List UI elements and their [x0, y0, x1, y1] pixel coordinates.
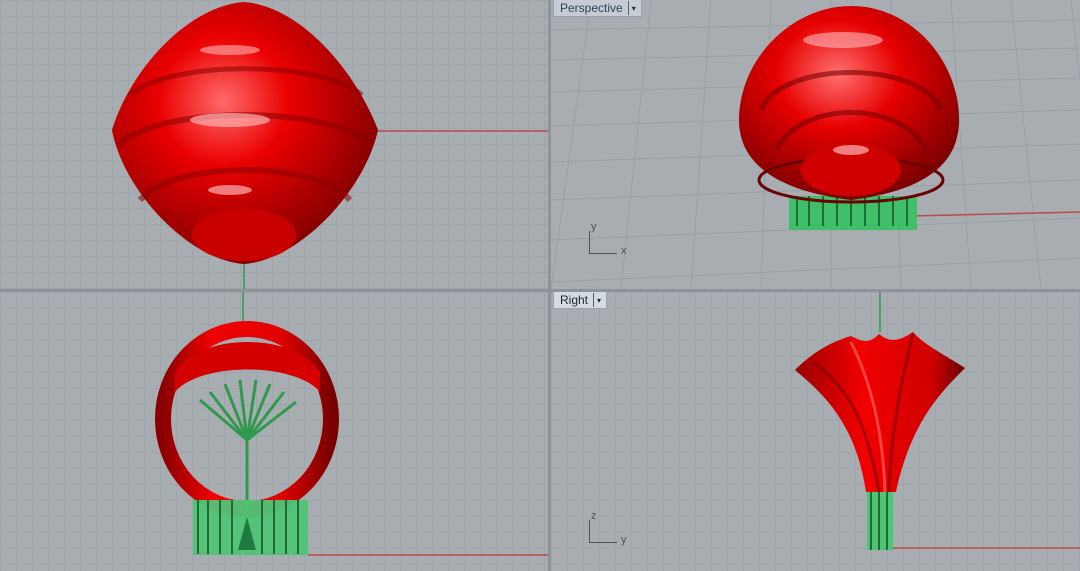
viewport-menu-chevron-icon[interactable]: ▾ — [593, 293, 604, 307]
viewport-front[interactable] — [0, 292, 548, 571]
viewport-label-perspective[interactable]: Perspective ▾ — [553, 0, 642, 17]
construction-grid — [0, 292, 548, 571]
axis-y-label: y — [591, 221, 597, 233]
viewport-title: Right — [560, 293, 589, 307]
axis-z-label: z — [591, 510, 597, 522]
axis-y-label: y — [621, 534, 627, 546]
viewport-title: Perspective — [560, 1, 623, 15]
axis-x-label: x — [621, 245, 627, 257]
viewport-label-right[interactable]: Right ▾ — [553, 292, 608, 309]
viewport-grid: Perspective ▾ y x Right ▾ z y — [0, 0, 1080, 571]
viewport-perspective[interactable]: Perspective ▾ y x — [551, 0, 1080, 289]
viewport-right[interactable]: Right ▾ z y — [551, 292, 1080, 571]
construction-grid — [0, 0, 548, 289]
viewport-top[interactable] — [0, 0, 548, 289]
viewport-menu-chevron-icon[interactable]: ▾ — [627, 1, 639, 15]
axis-indicator-icon: z y — [587, 510, 637, 550]
axis-indicator-icon: y x — [587, 221, 637, 261]
